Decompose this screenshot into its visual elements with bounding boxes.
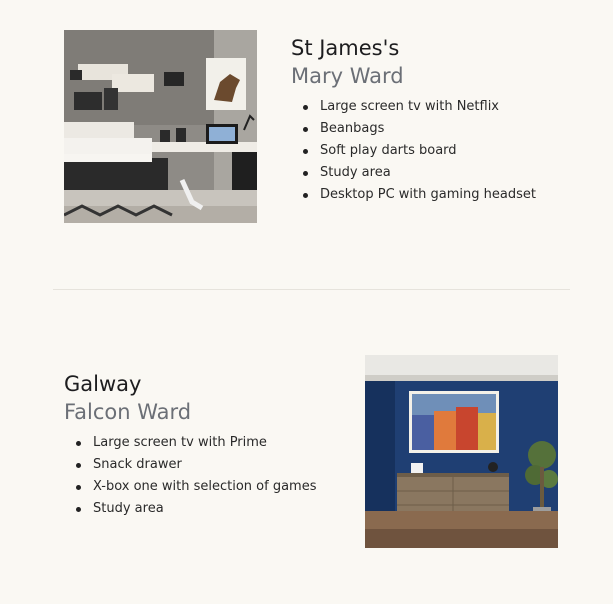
ward-section-mary: St James's Mary Ward Large screen tv wit… xyxy=(0,0,613,290)
ward-title: Galway xyxy=(64,372,142,396)
list-item: Desktop PC with gaming headset xyxy=(291,184,536,206)
list-item: Large screen tv with Prime xyxy=(64,432,317,454)
ward-section-falcon: Galway Falcon Ward Large screen tv with … xyxy=(0,290,613,604)
list-item: Soft play darts board xyxy=(291,140,536,162)
feature-list: Large screen tv with Netflix Beanbags So… xyxy=(291,96,536,206)
ward-title: St James's xyxy=(291,36,400,60)
list-item: X-box one with selection of games xyxy=(64,476,317,498)
list-item: Large screen tv with Netflix xyxy=(291,96,536,118)
list-item: Study area xyxy=(291,162,536,184)
living-room-photo xyxy=(365,355,558,548)
ward-info: Galway Falcon Ward Large screen tv with … xyxy=(64,370,317,520)
ward-info: St James's Mary Ward Large screen tv wit… xyxy=(291,34,536,206)
bedroom-illustration xyxy=(64,30,257,223)
bedroom-photo xyxy=(64,30,257,223)
living-room-illustration xyxy=(365,355,558,548)
feature-list: Large screen tv with Prime Snack drawer … xyxy=(64,432,317,520)
list-item: Snack drawer xyxy=(64,454,317,476)
list-item: Beanbags xyxy=(291,118,536,140)
ward-subtitle: Mary Ward xyxy=(291,64,404,88)
ward-subtitle: Falcon Ward xyxy=(64,400,192,424)
list-item: Study area xyxy=(64,498,317,520)
